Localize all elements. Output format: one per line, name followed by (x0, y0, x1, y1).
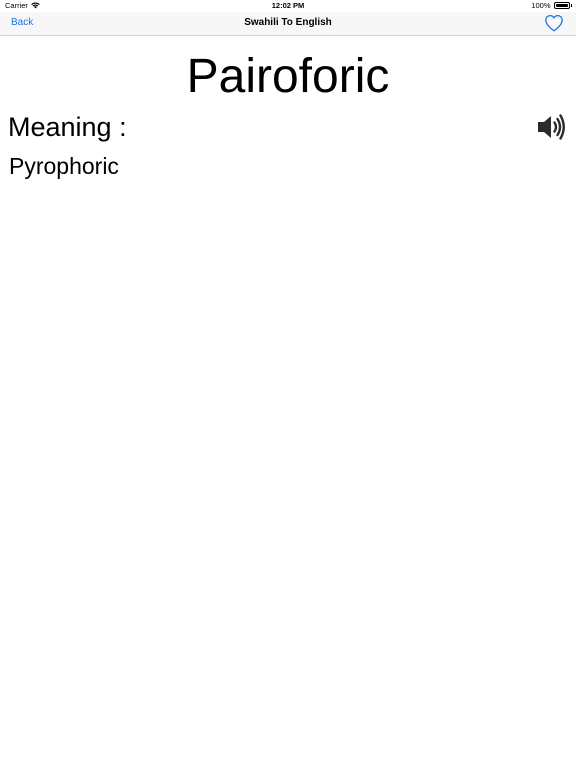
meaning-text: Pyrophoric (9, 153, 119, 179)
battery-tip (570, 4, 572, 7)
navigation-bar: Back Swahili To English (0, 12, 576, 36)
heart-outline-icon[interactable] (544, 14, 564, 32)
page-title: Swahili To English (244, 17, 332, 28)
status-time: 12:02 PM (271, 1, 305, 10)
battery-icon (553, 2, 570, 9)
meaning-label: Meaning : (8, 112, 127, 142)
status-bar: Carrier 12:02 PM 100% (0, 0, 576, 12)
speaker-icon[interactable] (536, 112, 566, 142)
entry-word: Pairoforic (186, 50, 390, 103)
battery-percent: 100% (531, 1, 551, 10)
battery-indicator: 100% (531, 1, 572, 10)
